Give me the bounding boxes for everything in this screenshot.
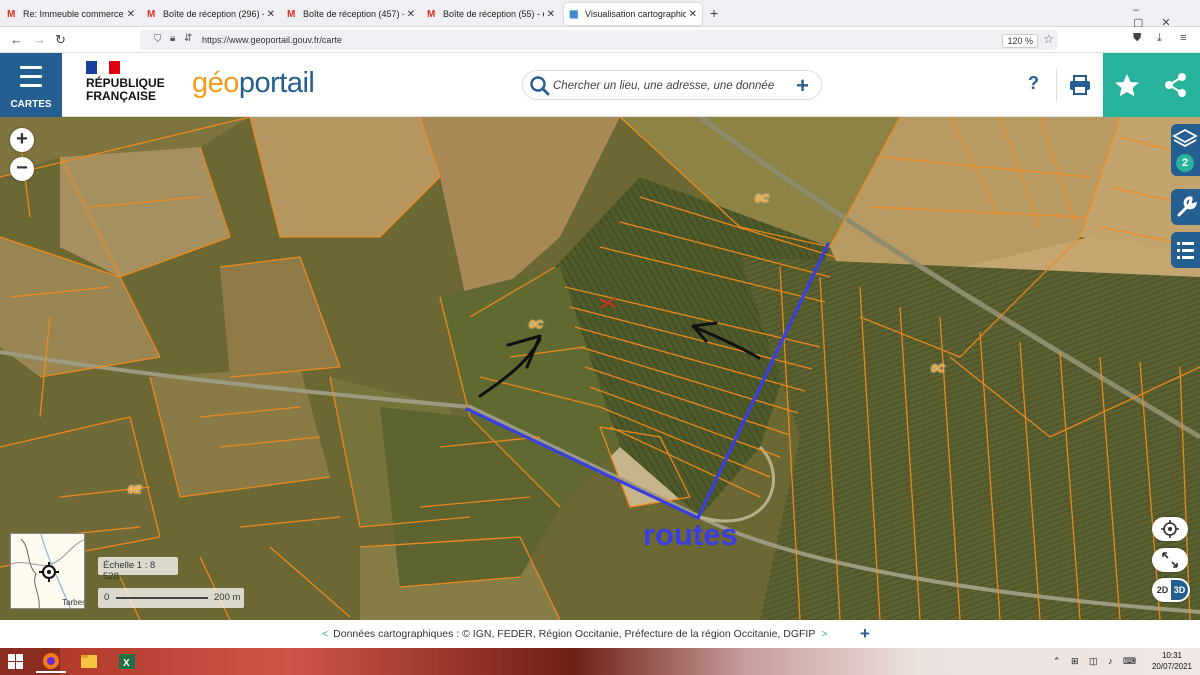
cartes-menu-button[interactable]: CARTES [0,53,62,117]
advanced-search-plus-icon[interactable]: + [796,73,809,99]
new-tab-icon[interactable]: + [710,5,718,21]
search-icon[interactable] [529,75,551,97]
marianne-flag-icon [86,61,120,74]
layers-icon [1172,128,1198,148]
scale-bar: 0 200 m [98,588,244,608]
svg-text:X: X [123,658,130,669]
cadastre-section-label: 0E [128,484,142,496]
print-icon[interactable] [1069,75,1091,95]
close-tab-icon[interactable]: ✕ [127,9,135,20]
zoom-level-badge[interactable]: 120 % [1002,34,1038,48]
back-icon[interactable]: ← [10,32,23,47]
tools-button[interactable] [1171,189,1200,225]
address-bar[interactable]: ⛉ 🔒︎ ⇵ https://www.geoportail.gouv.fr/ca… [140,30,1058,50]
search-input[interactable] [553,77,783,95]
close-tab-icon[interactable]: ✕ [407,9,415,20]
tab-title: Boîte de réception (296) - spirit [163,9,264,19]
expand-icon [1162,552,1178,568]
window-controls[interactable]: –▢✕ [1133,4,1200,29]
fullscreen-button[interactable] [1152,548,1188,572]
download-icon[interactable]: ⤓ [1157,32,1162,45]
close-tab-icon[interactable]: ✕ [689,9,697,20]
favorites-button[interactable] [1103,53,1151,117]
divider [1056,69,1057,101]
browser-navigation-bar: ← → ↻ ⛉ 🔒︎ ⇵ https://www.geoportail.gouv… [0,27,1200,53]
attribution-text: < Données cartographiques : © IGN, FEDER,… [322,628,828,640]
menu-label: CARTES [10,99,52,110]
close-tab-icon[interactable]: ✕ [267,9,275,20]
wrench-icon [1177,196,1198,217]
overview-map[interactable]: Tarbes [10,533,85,609]
reload-icon[interactable]: ↻ [55,32,66,48]
gmail-icon: M [7,8,16,20]
crosshair-icon [1161,520,1179,538]
lock-icon[interactable]: 🔒︎ [170,33,175,44]
view-mode-toggle: 2D 3D [1152,578,1190,602]
url-text: https://www.geoportail.gouv.fr/carte [202,35,342,45]
attribution-prev-icon[interactable]: < [322,628,328,640]
firefox-taskbar-icon[interactable] [36,650,66,673]
attribution-bar: < Données cartographiques : © IGN, FEDER,… [0,620,1200,648]
legend-button[interactable] [1171,232,1200,268]
forward-icon[interactable]: → [33,32,46,47]
bookmark-star-icon[interactable]: ☆ [1043,32,1054,46]
map-view[interactable]: 0C 0C 0C 0E routes + − 2 2D 3D Tarbes Éc… [0,117,1200,620]
windows-start-icon[interactable] [8,654,24,670]
view-2d-button[interactable]: 2D [1154,580,1171,600]
gmail-icon: M [427,8,436,20]
geoportail-favicon-icon: ▦ [569,8,579,20]
current-location-marker-icon [39,562,59,582]
app-menu-icon[interactable]: ≡ [1180,32,1186,44]
satellite-imagery [0,117,1200,620]
overview-place-label: Tarbes [62,598,85,607]
cadastre-section-label: 0C [529,319,544,331]
permissions-icon[interactable]: ⇵ [184,33,192,44]
scale-ratio: Échelle 1 : 8 528 [98,557,178,582]
cadastre-section-label: 0C [755,193,770,205]
francaise-line: FRANÇAISE [86,89,157,103]
shield-icon[interactable]: ⛉ [154,34,162,45]
star-icon [1115,74,1139,97]
pocket-icon[interactable]: ⛊ [1133,32,1141,45]
tab-title: Boîte de réception (457) - occit [303,9,404,19]
browser-tab[interactable]: M Boîte de réception (457) - occit ✕ [282,3,420,25]
attribution-more-icon[interactable]: + [860,624,870,644]
zoom-in-button[interactable]: + [10,128,34,152]
menu-icon [20,66,42,69]
share-icon [1165,73,1186,97]
windows-taskbar: X ⌃ ⊞ ◫ ♪ ⌨ 10:31 20/07/2021 [0,648,1200,675]
file-explorer-taskbar-icon[interactable] [74,650,104,673]
routes-annotation: routes [643,517,738,552]
browser-tab[interactable]: M Boîte de réception (55) - contac ✕ [422,3,560,25]
list-icon [1177,242,1194,259]
scale-zero-label: 0 [104,592,110,603]
gmail-icon: M [147,8,156,20]
cadastre-section-label: 0C [931,363,946,375]
geoportail-logo[interactable]: géoportail [192,67,315,100]
excel-taskbar-icon[interactable]: X [112,650,142,673]
close-tab-icon[interactable]: ✕ [547,9,555,20]
attribution-next-icon[interactable]: > [821,628,827,640]
help-button[interactable]: ? [1028,73,1039,94]
republique-francaise-logo: RÉPUBLIQUE FRANÇAISE [86,61,165,103]
geoportail-header: CARTES RÉPUBLIQUE FRANÇAISE géoportail +… [0,53,1200,117]
geolocate-button[interactable] [1152,517,1188,541]
tab-title: Re: Immeuble commerce + t3 - [23,9,124,19]
zoom-out-button[interactable]: − [10,157,34,181]
scale-line [116,597,208,599]
gmail-icon: M [287,8,296,20]
system-clock[interactable]: 10:31 20/07/2021 [1152,650,1192,672]
browser-tab-active[interactable]: ▦ Visualisation cartographique - G ✕ [564,3,702,25]
view-3d-button[interactable]: 3D [1171,580,1188,600]
tab-title: Visualisation cartographique - G [585,9,686,19]
tab-title: Boîte de réception (55) - contac [443,9,544,19]
browser-tab[interactable]: M Re: Immeuble commerce + t3 - ✕ [2,3,140,25]
layer-count-badge: 2 [1176,154,1194,172]
browser-tab-bar: M Re: Immeuble commerce + t3 - ✕ M Boîte… [0,0,1200,29]
share-button[interactable] [1151,53,1200,117]
search-box: + [522,70,822,100]
browser-tab[interactable]: M Boîte de réception (296) - spirit ✕ [142,3,280,25]
system-tray-icons[interactable]: ⌃ ⊞ ◫ ♪ ⌨ [1053,656,1140,667]
scale-length-label: 200 m [214,592,241,603]
